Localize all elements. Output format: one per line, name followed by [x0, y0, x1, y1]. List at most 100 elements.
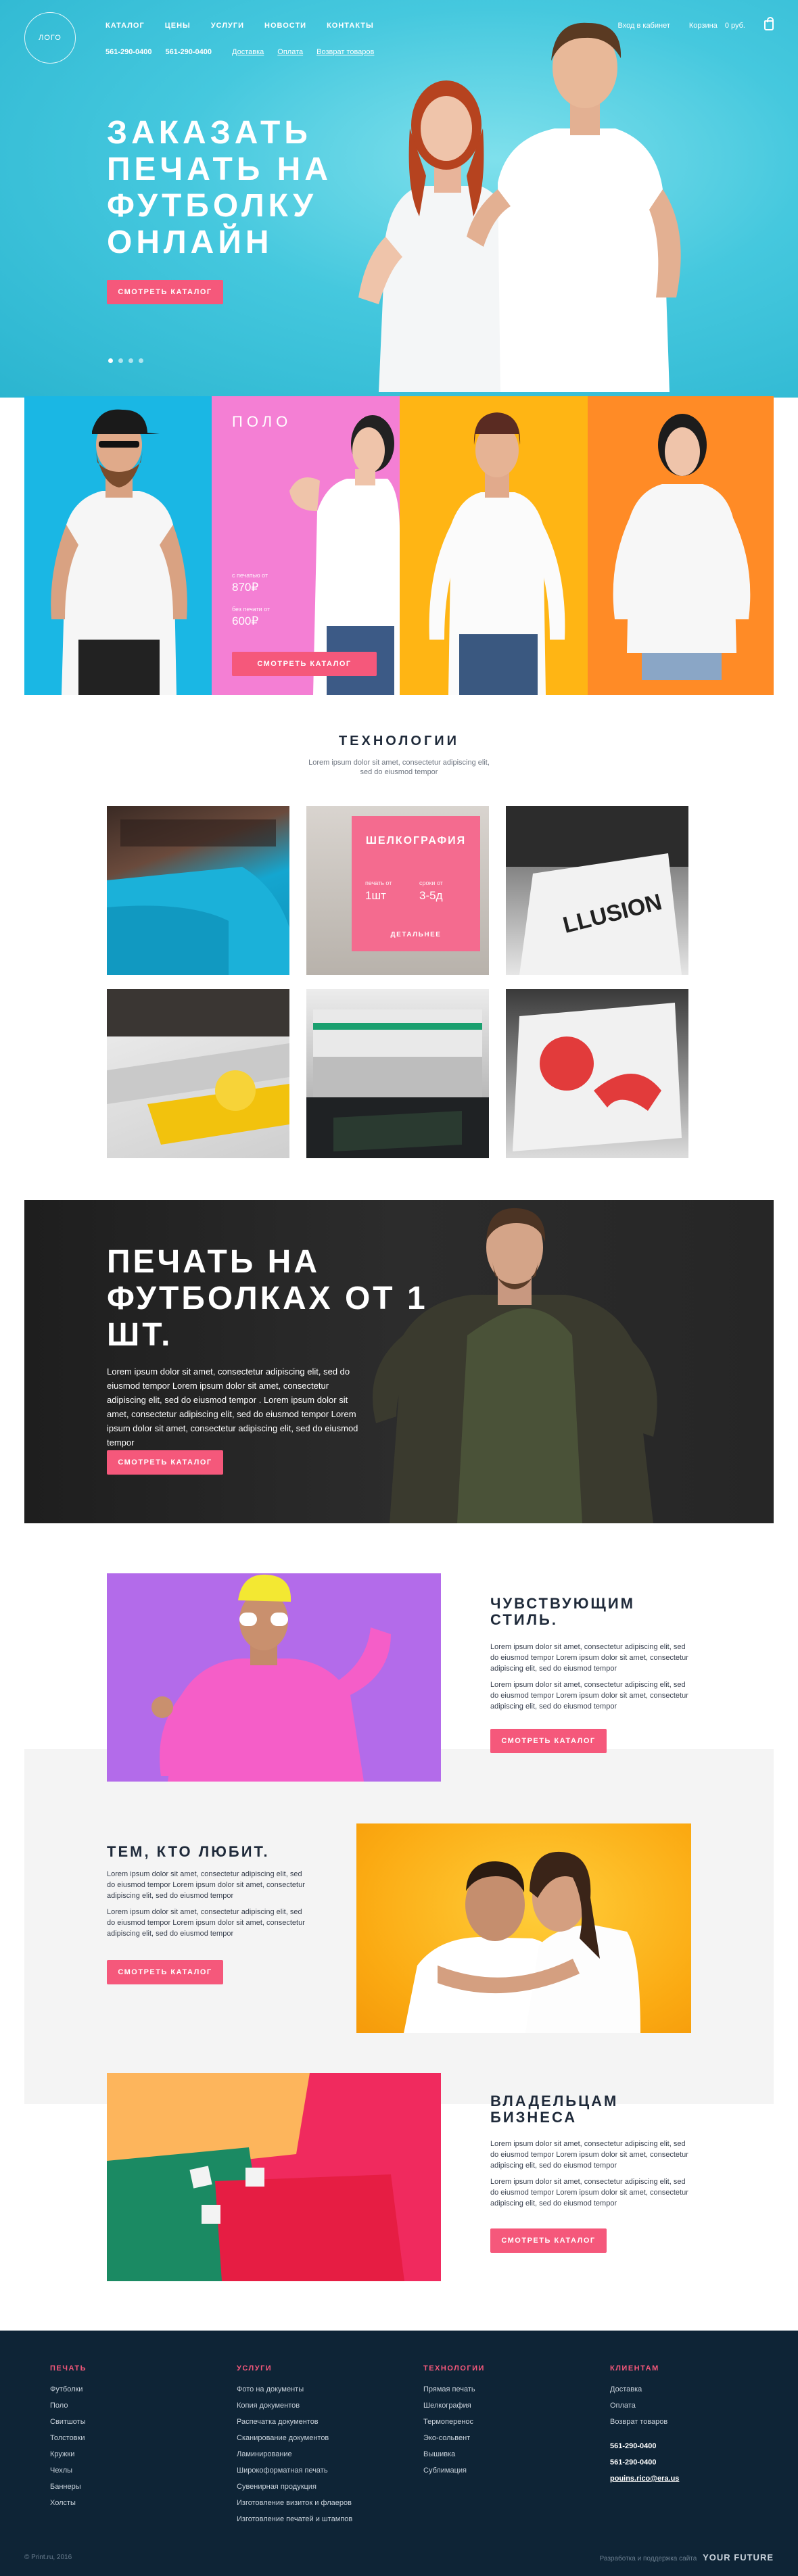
footer-link[interactable]: Фото на документы [237, 2384, 352, 2395]
footer-link[interactable]: Сканирование документов [237, 2433, 352, 2443]
category-polo[interactable]: ПОЛО с печатью от 870₽ без печати от 600… [212, 396, 400, 695]
footer-link[interactable]: Сувенирная продукция [237, 2481, 352, 2492]
footer-link[interactable]: Эко-сольвент [423, 2433, 475, 2443]
price-plain-label: без печати от [232, 606, 271, 613]
nav-prices[interactable]: ЦЕНЫ [165, 22, 191, 30]
slider-dot-1[interactable] [108, 358, 113, 363]
feature-style-catalog-button[interactable]: СМОТРЕТЬ КАТАЛОГ [490, 1729, 607, 1753]
footer-tech-title: ТЕХНОЛОГИИ [423, 2364, 485, 2372]
category-tshirts[interactable] [24, 396, 212, 695]
feature-love-photo [356, 1823, 691, 2033]
feature-style-text-1: Lorem ipsum dolor sit amet, consectetur … [490, 1643, 688, 1673]
shopping-bag-icon[interactable] [764, 17, 774, 30]
developer-credit[interactable]: Разработка и поддержка сайта YOUR FUTURE [600, 2552, 774, 2562]
footer-link[interactable]: Широкоформатная печать [237, 2465, 352, 2476]
couple-hug-photo [404, 1851, 640, 2033]
print-banner-text: Lorem ipsum dolor sit amet, consectetur … [107, 1366, 358, 1448]
feature-style-text-2: Lorem ipsum dolor sit amet, consectetur … [490, 1681, 688, 1711]
woman-pink-sweater-photo [151, 1574, 391, 1782]
footer-link[interactable]: Изготовление печатей и штампов [237, 2514, 352, 2525]
footer-link[interactable]: Возврат товаров [610, 2416, 679, 2427]
print-from-one-banner: ПЕЧАТЬ НА ФУТБОЛКАХ ОТ 1 ШТ. Lorem ipsum… [24, 1200, 774, 1523]
feature-business-photo [107, 2073, 441, 2281]
nav-news[interactable]: НОВОСТИ [264, 22, 306, 30]
hero-catalog-button[interactable]: СМОТРЕТЬ КАТАЛОГ [107, 280, 223, 304]
footer-link[interactable]: Оплата [610, 2400, 679, 2411]
footer-link[interactable]: Доставка [610, 2384, 679, 2395]
footer-link[interactable]: Баннеры [50, 2481, 86, 2492]
tech-direct-print-tile[interactable] [107, 806, 289, 975]
feature-business-title-1: ВЛАДЕЛЬЦАМ [490, 2093, 619, 2109]
footer-tech-list: Прямая печать Шелкография Термоперенос Э… [423, 2384, 475, 2476]
category-hoodies[interactable] [588, 396, 774, 695]
phone-1[interactable]: 561-290-0400 [105, 48, 152, 56]
logo[interactable]: ЛОГО [24, 12, 76, 64]
link-delivery[interactable]: Доставка [232, 48, 264, 56]
footer-link[interactable]: Толстовки [50, 2433, 86, 2443]
cart-sum: 0 руб. [724, 21, 745, 30]
sub-nav: 561-290-0400 561-290-0400 Доставка Оплат… [105, 48, 374, 56]
tech-silkscreen-tile[interactable]: ШЕЛКОГРАФИЯ печать от 1шт сроки от 3-5д … [306, 806, 489, 975]
card-more-link[interactable]: ДЕТАЛЬНЕЕ [352, 931, 480, 938]
slider-dot-3[interactable] [128, 358, 133, 363]
embroidery-machine-photo [306, 1009, 489, 1158]
footer-link[interactable]: Поло [50, 2400, 86, 2411]
nav-catalog[interactable]: КАТАЛОГ [105, 22, 145, 30]
technologies-subtitle-2: sed do eiusmod tempor [360, 768, 438, 776]
footer-email[interactable]: pouins.rico@era.us [610, 2473, 679, 2484]
nav-services[interactable]: УСЛУГИ [211, 22, 244, 30]
footer-link[interactable]: Кружки [50, 2449, 86, 2460]
tech-thermo-tile[interactable]: LLUSION [506, 806, 688, 975]
price-plain: 600₽ [232, 615, 259, 627]
sublimation-print-photo [513, 1003, 682, 1151]
print-banner-catalog-button[interactable]: СМОТРЕТЬ КАТАЛОГ [107, 1450, 223, 1475]
cyan-fabric-photo [107, 819, 289, 975]
slider-dot-2[interactable] [118, 358, 123, 363]
model-tshirt-photo [51, 409, 187, 695]
developer-credit-text: Разработка и поддержка сайта [599, 2555, 697, 2562]
developer-brand: YOUR FUTURE [703, 2552, 774, 2562]
model-longsleeve-photo [429, 412, 565, 695]
card-stat2-label: сроки от [419, 880, 443, 886]
footer-link[interactable]: Шелкография [423, 2400, 475, 2411]
footer-link[interactable]: Термоперенос [423, 2416, 475, 2427]
tech-sublimation-tile[interactable] [506, 989, 688, 1158]
footer-link[interactable]: Прямая печать [423, 2384, 475, 2395]
feature-love-catalog-button[interactable]: СМОТРЕТЬ КАТАЛОГ [107, 1960, 223, 1984]
footer-link[interactable]: Сублимация [423, 2465, 475, 2476]
footer-link[interactable]: Копия документов [237, 2400, 352, 2411]
hero-section: ЛОГО КАТАЛОГ ЦЕНЫ УСЛУГИ НОВОСТИ КОНТАКТ… [0, 0, 798, 398]
footer-link[interactable]: Вышивка [423, 2449, 475, 2460]
feature-love-text-2: Lorem ipsum dolor sit amet, consectetur … [107, 1908, 305, 1938]
footer-services-list: Фото на документы Копия документов Распе… [237, 2384, 352, 2525]
tech-embroidery-tile[interactable] [306, 989, 489, 1158]
model-hoodie-photo [613, 414, 751, 680]
link-payment[interactable]: Оплата [277, 48, 303, 56]
footer-link[interactable]: Свитшоты [50, 2416, 86, 2427]
footer-link[interactable]: Холсты [50, 2498, 86, 2508]
slider-dot-4[interactable] [139, 358, 143, 363]
footer-services-title: УСЛУГИ [237, 2364, 273, 2372]
footer-link[interactable]: Чехлы [50, 2465, 86, 2476]
phone-2[interactable]: 561-290-0400 [166, 48, 212, 56]
card-stat2-value: 3-5д [419, 889, 443, 902]
silkscreen-card-title: ШЕЛКОГРАФИЯ [365, 835, 467, 846]
feature-love-title: ТЕМ, КТО ЛЮБИТ. [107, 1843, 270, 1860]
polo-catalog-button[interactable]: СМОТРЕТЬ КАТАЛОГ [232, 652, 377, 676]
footer-link[interactable]: Распечатка документов [237, 2416, 352, 2427]
category-longsleeves[interactable] [400, 396, 588, 695]
footer-link[interactable]: Футболки [50, 2384, 86, 2395]
feature-business-title-2: БИЗНЕСА [490, 2109, 578, 2126]
footer-print-title: ПЕЧАТЬ [50, 2364, 87, 2372]
feature-business-catalog-button[interactable]: СМОТРЕТЬ КАТАЛОГ [490, 2228, 607, 2253]
price-with-print: 870₽ [232, 581, 259, 594]
hero-models-photo [358, 22, 681, 392]
feature-business-text-1: Lorem ipsum dolor sit amet, consectetur … [490, 2140, 688, 2170]
footer-phone-2[interactable]: 561-290-0400 [610, 2457, 679, 2468]
model-polo-photo [289, 415, 400, 695]
footer-link[interactable]: Ламинирование [237, 2449, 352, 2460]
footer-link[interactable]: Изготовление визиток и флаеров [237, 2498, 352, 2508]
technologies-subtitle-1: Lorem ipsum dolor sit amet, consectetur … [308, 759, 490, 767]
footer-phone-1[interactable]: 561-290-0400 [610, 2441, 679, 2452]
tech-transfer-tile[interactable] [107, 989, 289, 1158]
